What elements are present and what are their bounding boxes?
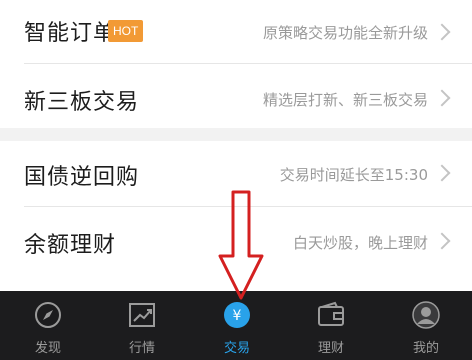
menu-item-desc: 交易时间延长至15:30 [279, 166, 428, 184]
chart-icon [128, 301, 156, 329]
menu-item-title: 智能订单 [24, 21, 117, 46]
menu-item-desc: 原策略交易功能全新升级 [262, 24, 428, 42]
svg-text:¥: ¥ [233, 308, 242, 324]
menu-item-neeq-trading[interactable]: 新三板交易 精选层打新、新三板交易 [0, 64, 472, 128]
chevron-right-icon [433, 232, 451, 250]
menu-item-smart-order[interactable]: 智能订单 HOT 原策略交易功能全新升级 [0, 0, 472, 63]
chevron-right-icon [433, 23, 451, 41]
tab-label: 行情 [128, 341, 155, 356]
tab-label: 发现 [34, 341, 61, 356]
user-icon [412, 301, 440, 329]
tab-market[interactable]: 行情 [112, 291, 172, 360]
tab-label: 我的 [412, 341, 439, 356]
section-gap [0, 128, 472, 141]
tab-discover[interactable]: 发现 [18, 291, 78, 360]
wallet-icon [317, 301, 345, 329]
hot-badge: HOT [108, 20, 144, 42]
yen-icon: ¥ [223, 301, 251, 329]
menu-item-title: 国债逆回购 [24, 165, 140, 190]
menu-item-desc: 精选层打新、新三板交易 [262, 91, 428, 109]
chevron-right-icon [433, 89, 451, 107]
menu-item-title: 余额理财 [24, 233, 117, 258]
chevron-right-icon [433, 164, 451, 182]
compass-icon [34, 301, 62, 329]
tab-mine[interactable]: 我的 [396, 291, 456, 360]
pointer-arrow-icon [218, 190, 264, 300]
tab-label: 交易 [223, 341, 250, 356]
tab-wealth[interactable]: 理财 [301, 291, 361, 360]
menu-item-desc: 白天炒股，晚上理财 [292, 234, 428, 252]
menu-item-title: 新三板交易 [24, 90, 140, 115]
tab-label: 理财 [317, 341, 344, 356]
